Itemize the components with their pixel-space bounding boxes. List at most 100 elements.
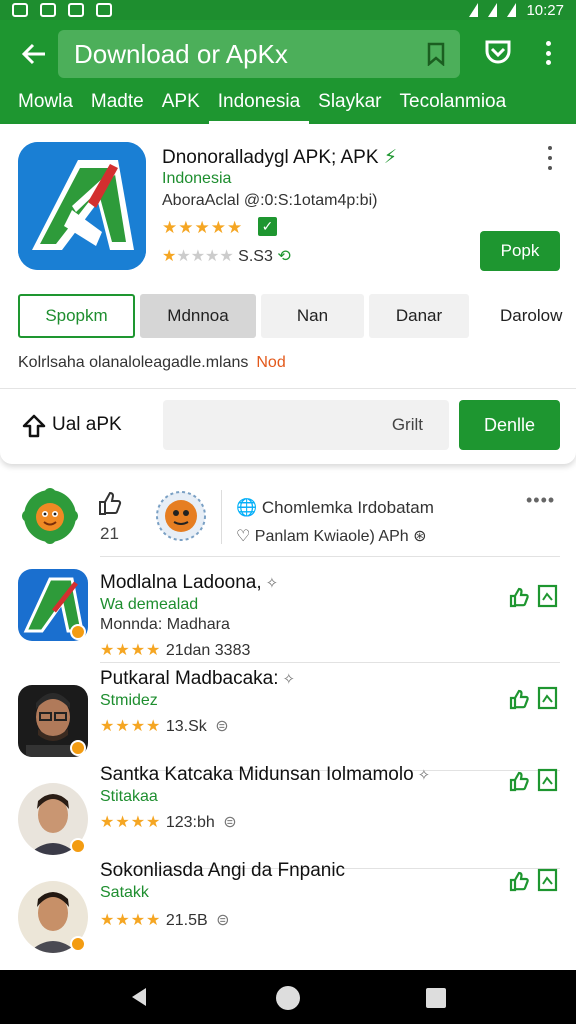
notification-icon — [40, 3, 56, 17]
overflow-menu-button[interactable] — [536, 38, 560, 68]
list-item[interactable]: Modlalna Ladoona, ✧ Wa demealad Monnda: M… — [0, 556, 576, 659]
app-icon[interactable] — [18, 142, 146, 270]
share-upload-icon[interactable] — [20, 412, 48, 440]
back-button[interactable] — [14, 36, 54, 72]
divider — [0, 388, 576, 389]
thumbs-up-icon[interactable] — [96, 490, 122, 516]
pin-icon: ✧ — [282, 671, 296, 688]
item-name-text: Sokonliasda Angi da Fnpanic — [100, 860, 346, 881]
rating-stars: ★★★★ — [100, 642, 162, 659]
news-subtitle-text: Panlam Kwiaole) APh — [254, 528, 409, 545]
featured-title-text: Dnonoralladygl APK; APK — [162, 147, 379, 168]
item-meta-text: 21.5B — [165, 912, 208, 929]
item-name: Sokonliasda Angi da Fnpanic — [100, 860, 345, 882]
featured-more-button[interactable] — [546, 146, 554, 170]
chip-mdnnoa[interactable]: Mdnnoa — [140, 294, 256, 338]
nav-home-icon[interactable] — [276, 986, 300, 1010]
new-tag[interactable]: Nod — [256, 354, 285, 371]
tab-madte[interactable]: Madte — [82, 88, 153, 124]
bookmark-icon[interactable] — [537, 686, 558, 710]
like-icon[interactable] — [508, 688, 530, 710]
news-title-text: Chomlemka Irdobatam — [261, 498, 434, 517]
pin-icon: ✧ — [265, 575, 279, 592]
comment-input[interactable]: Grilt — [163, 400, 449, 450]
tab-mowla[interactable]: Mowla — [0, 88, 82, 124]
status-time: 10:27 — [526, 1, 564, 19]
rating-stars: ★★★★★ — [162, 218, 244, 237]
featured-subtitle: Indonesia — [162, 170, 232, 187]
nav-recents-icon[interactable] — [426, 988, 446, 1008]
item-name-text: Modlalna Ladoona, — [100, 572, 262, 593]
wifi-icon — [469, 3, 479, 17]
download-icon: ⊜ — [216, 912, 230, 929]
item-meta: ★★★★ 21.5B ⊜ — [100, 910, 230, 930]
app-list: 21 🌐 Chomlemka Irdobatam ♡ Panlam Kwiaol… — [0, 476, 576, 970]
arrow-left-icon — [21, 43, 45, 65]
verified-badge-icon — [70, 838, 86, 854]
link-icon: ⊛ — [413, 528, 427, 545]
featured-title: Dnonoralladygl APK; APK ⚡ — [162, 146, 397, 169]
info-text: Kolrlsaha olanaloleagadle.mlans — [18, 354, 249, 371]
bookmark-icon[interactable] — [537, 768, 558, 792]
comment-icon: ♡ — [236, 528, 251, 545]
like-icon[interactable] — [508, 586, 530, 608]
tab-apk[interactable]: APK — [153, 88, 209, 124]
item-description: Monnda: Madhara — [100, 616, 230, 633]
verified-badge-icon — [70, 624, 86, 640]
item-role: Satakk — [100, 884, 149, 901]
rating-stars: ★★★★ — [100, 718, 162, 735]
more-icon[interactable]: •••• — [526, 490, 555, 511]
nav-back-icon[interactable] — [128, 986, 150, 1008]
featured-developer: AboraAclal @:0:S:1otam4p:bi) — [162, 192, 378, 209]
chip-danar[interactable]: Danar — [369, 294, 469, 338]
item-meta-text: 21dan 3383 — [165, 642, 251, 659]
news-subtitle: ♡ Panlam Kwiaole) APh ⊛ — [236, 526, 427, 546]
like-icon[interactable] — [508, 770, 530, 792]
share-label[interactable]: Ual aPK — [52, 414, 122, 436]
chip-spopkm[interactable]: Spopkm — [18, 294, 135, 338]
bookmark-icon[interactable] — [537, 584, 558, 608]
notification-icons — [12, 3, 112, 17]
verified-badge-icon — [70, 936, 86, 952]
like-icon[interactable] — [508, 870, 530, 892]
chip-darolow[interactable]: Darolow — [482, 294, 576, 338]
item-name: Putkaral Madbacaka: ✧ — [100, 668, 295, 690]
bookmark-icon[interactable] — [426, 42, 446, 66]
system-nav-bar — [0, 970, 576, 1024]
divider — [100, 556, 560, 557]
item-name: Modlalna Ladoona, ✧ — [100, 572, 278, 594]
notification-icon — [12, 3, 28, 17]
cat-mascot-icon[interactable] — [152, 486, 210, 546]
signal-icon — [507, 3, 517, 17]
star-empty-icon: ★★★★ — [176, 248, 234, 265]
chip-nan[interactable]: Nan — [261, 294, 364, 338]
featured-rating-row: ★★★★★ S.S3 ⟲ — [162, 246, 291, 266]
item-meta: ★★★★ 123:bh ⊜ — [100, 812, 237, 832]
tab-slaykar[interactable]: Slaykar — [309, 88, 390, 124]
search-input[interactable]: Download or ApKx — [58, 30, 460, 78]
install-button[interactable]: Popk — [480, 231, 560, 271]
star-icon: ★ — [162, 248, 177, 265]
mascot-logo-icon[interactable] — [18, 484, 82, 548]
news-title[interactable]: 🌐 Chomlemka Irdobatam — [236, 498, 434, 518]
status-bar: 10:27 — [0, 0, 576, 20]
list-item[interactable]: Sokonliasda Angi da Fnpanic Satakk ★★★★ … — [0, 860, 576, 966]
app-bar: Download or ApKx Mowla Madte APK Indones… — [0, 20, 576, 124]
list-item[interactable]: Putkaral Madbacaka: ✧ Stmidez ★★★★ 13.Sk … — [0, 662, 576, 770]
search-text: Download or ApKx — [74, 39, 288, 69]
bookmark-icon[interactable] — [537, 868, 558, 892]
news-row: 21 🌐 Chomlemka Irdobatam ♡ Panlam Kwiaol… — [0, 476, 576, 556]
item-role: Stmidez — [100, 692, 158, 709]
category-tabs: Mowla Madte APK Indonesia Slaykar Tecola… — [0, 88, 576, 124]
tab-indonesia[interactable]: Indonesia — [208, 88, 310, 124]
like-count: 21 — [100, 524, 119, 543]
done-button[interactable]: Denlle — [459, 400, 560, 450]
download-icon: ⊜ — [215, 718, 229, 735]
divider — [221, 490, 222, 544]
item-name-text: Putkaral Madbacaka: — [100, 668, 279, 689]
item-meta: ★★★★ 13.Sk ⊜ — [100, 716, 229, 736]
list-item[interactable]: Santka Katcaka Midunsan Iolmamolo ✧ Stita… — [0, 764, 576, 868]
pocket-icon[interactable] — [484, 38, 512, 66]
share-row: Ual aPK Grilt Denlle — [0, 392, 576, 458]
tab-tecolanmioa[interactable]: Tecolanmioa — [391, 88, 516, 124]
